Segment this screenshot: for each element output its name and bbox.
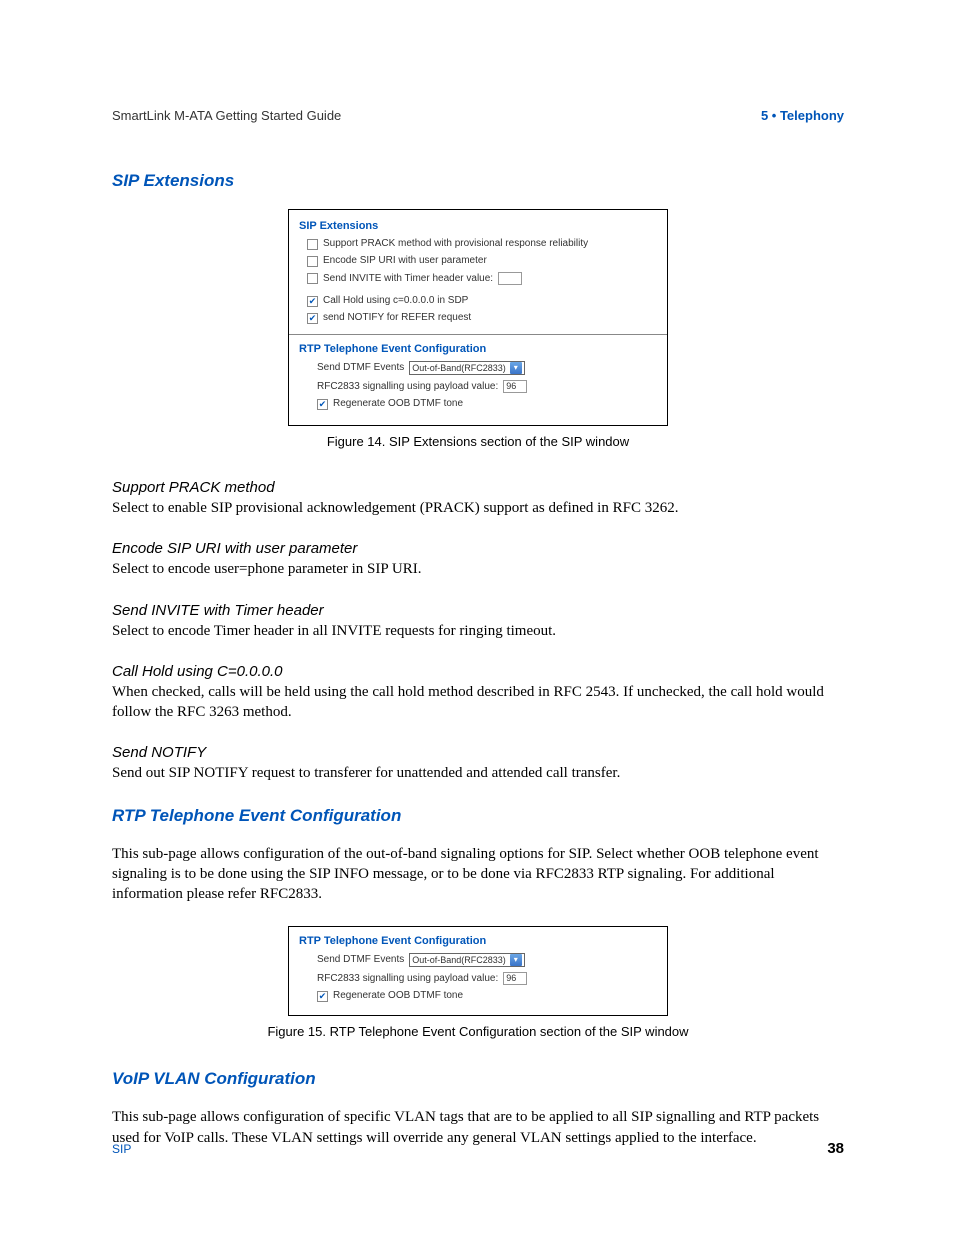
select-dtmf-mode[interactable]: Out-of-Band(RFC2833) ▾ (409, 361, 525, 375)
page: SmartLink M-ATA Getting Started Guide 5 … (0, 0, 954, 1235)
checkbox-call-hold[interactable] (307, 296, 318, 307)
chevron-down-icon: ▾ (510, 362, 522, 374)
label-regen-oob-2: Regenerate OOB DTMF tone (333, 990, 463, 1002)
fig14-rtp-title: RTP Telephone Event Configuration (299, 343, 657, 355)
input-payload-value-2[interactable]: 96 (503, 972, 527, 985)
checkbox-encode-uri[interactable] (307, 256, 318, 267)
checkbox-invite-timer[interactable] (307, 273, 318, 284)
chevron-down-icon: ▾ (510, 954, 522, 966)
footer-page-number: 38 (827, 1140, 844, 1157)
select-dtmf-value-2: Out-of-Band(RFC2833) (412, 955, 506, 966)
checkbox-prack[interactable] (307, 239, 318, 250)
label-regen-oob: Regenerate OOB DTMF tone (333, 398, 463, 410)
checkbox-regen-oob[interactable] (317, 399, 328, 410)
subhead-invite-timer: Send INVITE with Timer header (112, 602, 844, 619)
body-encode-uri: Select to encode user=phone parameter in… (112, 559, 844, 579)
section-title-rtp: RTP Telephone Event Configuration (112, 806, 844, 826)
body-notify: Send out SIP NOTIFY request to transfere… (112, 763, 844, 783)
definition-invite-timer: Send INVITE with Timer header Select to … (112, 602, 844, 641)
select-dtmf-value: Out-of-Band(RFC2833) (412, 363, 506, 374)
label-send-dtmf: Send DTMF Events (317, 362, 404, 374)
header-chapter: 5 • Telephony (761, 108, 844, 123)
label-notify-refer: send NOTIFY for REFER request (323, 312, 471, 324)
label-prack: Support PRACK method with provisional re… (323, 238, 588, 250)
subhead-notify: Send NOTIFY (112, 744, 844, 761)
definition-prack: Support PRACK method Select to enable SI… (112, 479, 844, 518)
label-call-hold: Call Hold using c=0.0.0.0 in SDP (323, 295, 468, 307)
footer-section-label: SIP (112, 1142, 131, 1156)
select-dtmf-mode-2[interactable]: Out-of-Band(RFC2833) ▾ (409, 953, 525, 967)
fig15-rtp-title: RTP Telephone Event Configuration (299, 935, 657, 947)
section-title-sip-extensions: SIP Extensions (112, 171, 844, 191)
fig14-sip-ext-title: SIP Extensions (299, 220, 657, 232)
figure-15-box: RTP Telephone Event Configuration Send D… (288, 926, 668, 1016)
label-encode-uri: Encode SIP URI with user parameter (323, 255, 487, 267)
section-title-voip-vlan: VoIP VLAN Configuration (112, 1069, 844, 1089)
label-send-dtmf-2: Send DTMF Events (317, 954, 404, 966)
checkbox-regen-oob-2[interactable] (317, 991, 328, 1002)
figure-14-caption: Figure 14. SIP Extensions section of the… (112, 434, 844, 449)
input-timer-value[interactable] (498, 272, 522, 285)
label-rfc2833-payload-2: RFC2833 signalling using payload value: (317, 973, 498, 985)
definition-notify: Send NOTIFY Send out SIP NOTIFY request … (112, 744, 844, 783)
subhead-encode-uri: Encode SIP URI with user parameter (112, 540, 844, 557)
page-header: SmartLink M-ATA Getting Started Guide 5 … (112, 108, 844, 123)
figure-15-caption: Figure 15. RTP Telephone Event Configura… (112, 1024, 844, 1039)
body-prack: Select to enable SIP provisional acknowl… (112, 498, 844, 518)
header-doc-title: SmartLink M-ATA Getting Started Guide (112, 108, 341, 123)
page-footer: SIP 38 (112, 1140, 844, 1157)
subhead-call-hold: Call Hold using C=0.0.0.0 (112, 663, 844, 680)
body-rtp: This sub-page allows configuration of th… (112, 844, 844, 905)
label-rfc2833-payload: RFC2833 signalling using payload value: (317, 381, 498, 393)
figure-14-box: SIP Extensions Support PRACK method with… (288, 209, 668, 426)
subhead-prack: Support PRACK method (112, 479, 844, 496)
body-call-hold: When checked, calls will be held using t… (112, 682, 844, 723)
definition-encode-uri: Encode SIP URI with user parameter Selec… (112, 540, 844, 579)
input-payload-value[interactable]: 96 (503, 380, 527, 393)
checkbox-notify-refer[interactable] (307, 313, 318, 324)
label-invite-timer: Send INVITE with Timer header value: (323, 273, 493, 285)
figure-divider (289, 334, 667, 335)
body-invite-timer: Select to encode Timer header in all INV… (112, 621, 844, 641)
definition-call-hold: Call Hold using C=0.0.0.0 When checked, … (112, 663, 844, 723)
